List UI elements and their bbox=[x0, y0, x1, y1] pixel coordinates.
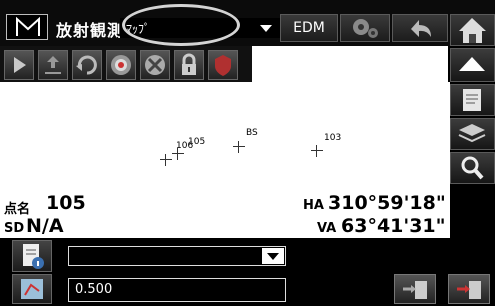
lock-icon bbox=[182, 53, 196, 75]
map-view-button[interactable] bbox=[12, 274, 52, 304]
map-point-label: BS bbox=[246, 128, 258, 138]
map-point-marker[interactable] bbox=[160, 154, 172, 166]
compass-button[interactable] bbox=[140, 50, 170, 80]
map-point-marker[interactable] bbox=[311, 145, 323, 157]
rotate-button[interactable] bbox=[72, 50, 102, 80]
move-button[interactable] bbox=[38, 50, 68, 80]
rotate-icon bbox=[76, 55, 97, 75]
map-toolbar bbox=[0, 46, 252, 82]
point-select[interactable] bbox=[68, 246, 286, 266]
record-button[interactable] bbox=[394, 274, 436, 304]
info-button[interactable] bbox=[12, 240, 52, 272]
play-icon bbox=[14, 57, 26, 73]
move-icon bbox=[45, 56, 61, 74]
map-point-marker[interactable] bbox=[233, 141, 245, 153]
up-arrow-icon bbox=[459, 57, 485, 71]
save-icon bbox=[457, 281, 481, 299]
va-label: VA bbox=[317, 221, 337, 236]
zoom-icon bbox=[461, 156, 484, 180]
bottom-panel: 0.500 bbox=[0, 238, 495, 306]
shield-icon bbox=[215, 55, 231, 76]
play-button[interactable] bbox=[4, 50, 34, 80]
m-menu-icon bbox=[16, 16, 40, 36]
edm-button[interactable]: EDM bbox=[280, 14, 338, 42]
map-canvas[interactable]: 106 105 BS 103 bbox=[0, 82, 450, 192]
distance-input[interactable]: 0.500 bbox=[68, 278, 286, 302]
menu-button[interactable] bbox=[6, 14, 48, 40]
target-button[interactable] bbox=[106, 50, 136, 80]
home-button[interactable] bbox=[450, 14, 495, 46]
note-icon bbox=[463, 89, 481, 111]
map-icon bbox=[21, 279, 43, 299]
app-title: 放射観測 bbox=[56, 21, 125, 40]
right-sidebar bbox=[450, 46, 495, 236]
compass-icon bbox=[145, 55, 165, 75]
highlight-circle bbox=[122, 4, 240, 46]
target-icon bbox=[111, 55, 131, 75]
return-arrow-icon bbox=[411, 20, 431, 37]
ha-label: HA bbox=[303, 198, 324, 213]
save-button[interactable] bbox=[448, 274, 490, 304]
va-value: 63°41'31" bbox=[341, 215, 446, 237]
home-icon bbox=[459, 18, 486, 43]
map-point-label: 103 bbox=[324, 133, 342, 143]
shield-button[interactable] bbox=[208, 50, 238, 80]
layers-button[interactable] bbox=[450, 118, 495, 150]
chevron-down-icon bbox=[260, 25, 272, 32]
measurement-readout: 点名 105 SD N/A HA 310°59'18" VA 63°41'31" bbox=[0, 192, 450, 238]
config-button[interactable] bbox=[340, 14, 390, 42]
record-icon bbox=[403, 281, 427, 299]
point-name-value: 105 bbox=[46, 192, 86, 214]
layers-icon bbox=[458, 124, 486, 143]
back-button[interactable] bbox=[392, 14, 448, 42]
map-point-label: 105 bbox=[188, 137, 206, 147]
document-info-icon bbox=[23, 244, 44, 269]
chevron-down-icon bbox=[262, 248, 284, 264]
sd-label: SD bbox=[4, 221, 25, 236]
scroll-up-button[interactable] bbox=[450, 48, 495, 82]
note-button[interactable] bbox=[450, 84, 495, 116]
zoom-button[interactable] bbox=[450, 152, 495, 184]
top-bar: 放射観測 ﾏｯﾌﾟ EDM bbox=[0, 0, 495, 46]
gear-icon bbox=[353, 19, 378, 38]
sd-value: N/A bbox=[26, 215, 64, 237]
toolbar-spacer bbox=[252, 46, 448, 82]
lock-button[interactable] bbox=[174, 50, 204, 80]
ha-value: 310°59'18" bbox=[328, 192, 446, 214]
